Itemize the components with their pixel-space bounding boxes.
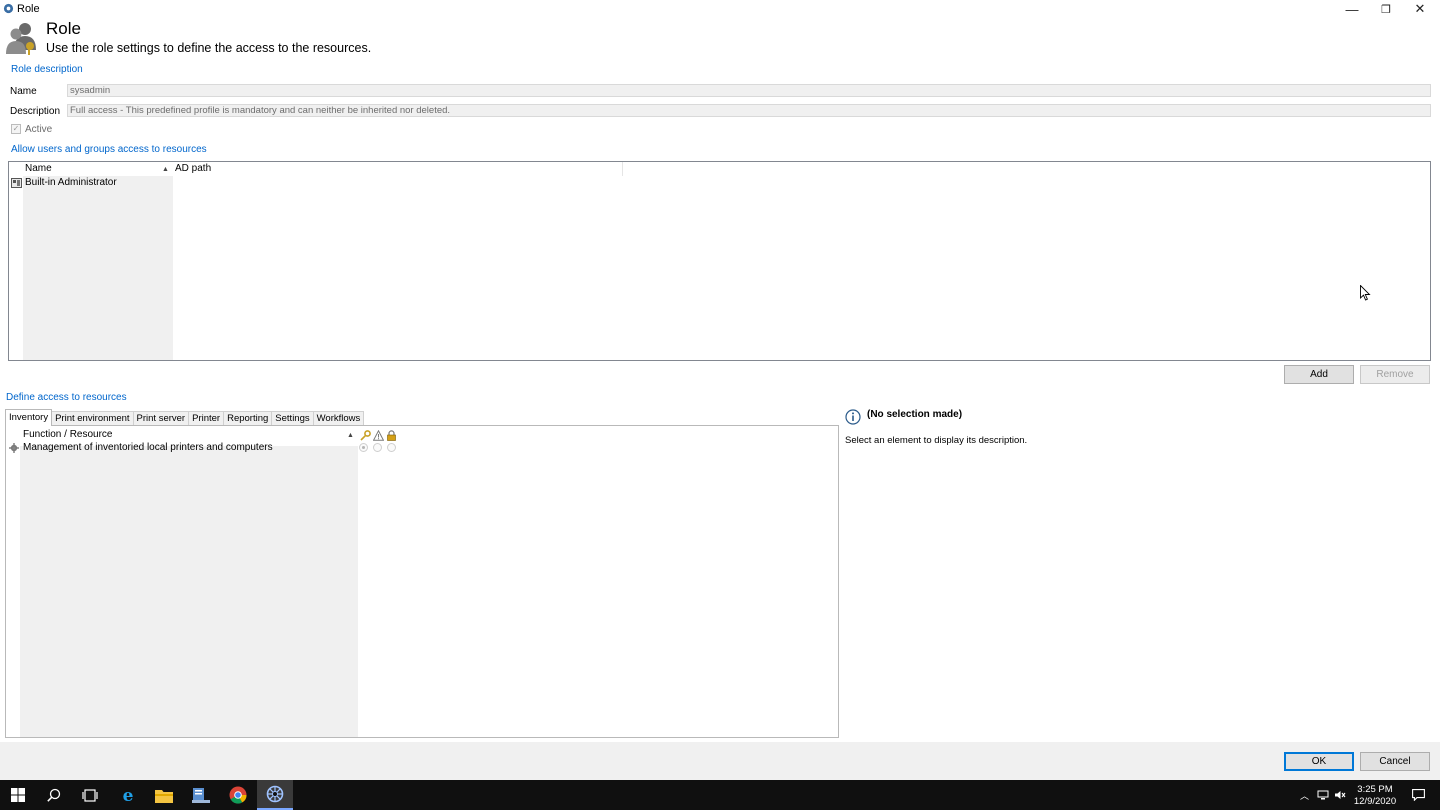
description-field[interactable]: Full access - This predefined profile is… <box>67 104 1431 117</box>
description-text: Select an element to display its descrip… <box>845 435 1028 446</box>
sort-ascending-icon: ▲ <box>162 166 169 173</box>
app-icon <box>3 3 14 14</box>
row-name-cell: Built-in Administrator <box>25 177 117 188</box>
restore-button[interactable]: ❐ <box>1369 0 1403 18</box>
tab-printer[interactable]: Printer <box>188 411 225 426</box>
sort-ascending-icon: ▲ <box>347 432 354 439</box>
column-header-ad-path[interactable]: AD path <box>175 162 623 176</box>
name-column-background <box>23 176 173 360</box>
function-label: Management of inventoried local printers… <box>23 442 273 453</box>
role-description-group-label: Role description <box>11 64 86 75</box>
file-explorer-icon <box>155 789 173 803</box>
minimize-button[interactable]: — <box>1335 0 1369 18</box>
column-header-function-resource[interactable]: Function / Resource <box>23 428 358 442</box>
description-title: (No selection made) <box>867 409 963 420</box>
permission-radio-lock[interactable] <box>387 443 396 452</box>
resource-tabs: Inventory Print environment Print server… <box>5 409 365 426</box>
taskbar: e ︿ 3:25 PM 12/9/2020 <box>0 780 1440 810</box>
ok-button[interactable]: OK <box>1284 752 1354 771</box>
ie-icon: e <box>123 786 134 804</box>
users-groups-divider <box>8 149 1431 150</box>
taskbar-search-button[interactable] <box>36 780 72 810</box>
tab-inventory[interactable]: Inventory <box>5 409 53 426</box>
tab-print-environment[interactable]: Print environment <box>51 411 134 426</box>
chrome-button[interactable] <box>220 780 256 810</box>
users-groups-group-label: Allow users and groups access to resourc… <box>11 144 210 155</box>
active-checkbox[interactable]: ✓ <box>11 124 21 134</box>
action-center-button[interactable] <box>1400 780 1436 810</box>
user-account-icon <box>11 178 22 188</box>
svg-text:e: e <box>123 786 134 804</box>
resources-group-label: Define access to resources <box>6 392 130 403</box>
server-manager-button[interactable] <box>183 780 219 810</box>
key-icon <box>360 430 371 441</box>
role-users-icon <box>6 23 36 55</box>
warning-icon <box>373 430 384 441</box>
resources-divider <box>5 397 1431 398</box>
system-tray: ︿ <box>1300 780 1346 810</box>
role-description-divider <box>8 69 1431 70</box>
start-button[interactable] <box>0 780 36 810</box>
clock-time: 3:25 PM <box>1357 784 1393 795</box>
task-view-icon <box>82 788 98 802</box>
taskbar-clock[interactable]: 3:25 PM 12/9/2020 <box>1350 784 1400 808</box>
column-header-name[interactable]: Name <box>25 162 175 176</box>
window-title: Role <box>17 3 40 15</box>
page-subtitle: Use the role settings to define the acce… <box>46 41 372 55</box>
dialog-header: Role Use the role settings to define the… <box>0 18 1440 60</box>
clock-date: 12/9/2020 <box>1353 796 1397 807</box>
task-view-button[interactable] <box>72 780 108 810</box>
network-icon[interactable] <box>1317 790 1329 800</box>
dialog-footer: OK Cancel <box>0 742 1440 780</box>
print-app-icon <box>266 785 284 803</box>
name-field[interactable]: sysadmin <box>67 84 1431 97</box>
lock-icon <box>387 430 396 441</box>
mouse-cursor-icon <box>1360 285 1371 301</box>
name-label: Name <box>10 86 37 97</box>
description-label: Description <box>10 106 61 117</box>
gear-icon <box>9 443 19 453</box>
permission-radio-key[interactable] <box>359 443 368 452</box>
add-button[interactable]: Add <box>1284 365 1354 384</box>
search-icon <box>47 788 61 802</box>
info-icon <box>845 409 861 425</box>
file-explorer-button[interactable] <box>146 780 182 810</box>
server-manager-icon <box>192 787 210 803</box>
internet-explorer-button[interactable]: e <box>110 780 146 810</box>
active-label: Active <box>25 124 53 135</box>
print-management-app-button[interactable] <box>257 780 293 810</box>
resource-tree[interactable]: Function / Resource ▲ Management of inve… <box>5 425 839 738</box>
remove-button[interactable]: Remove <box>1360 365 1430 384</box>
chrome-icon <box>229 786 247 804</box>
title-bar: Role — ❐ ✕ <box>0 0 1440 18</box>
function-column-background <box>20 446 358 737</box>
tab-print-server[interactable]: Print server <box>132 411 190 426</box>
tab-workflows[interactable]: Workflows <box>312 411 365 426</box>
tab-settings[interactable]: Settings <box>271 411 314 426</box>
notification-icon <box>1411 789 1425 801</box>
start-icon <box>11 788 25 802</box>
volume-muted-icon[interactable] <box>1334 790 1346 800</box>
permission-radio-warning[interactable] <box>373 443 382 452</box>
tree-row[interactable]: Management of inventoried local printers… <box>6 441 838 455</box>
tab-reporting[interactable]: Reporting <box>223 411 273 426</box>
cancel-button[interactable]: Cancel <box>1360 752 1430 771</box>
tray-overflow-chevron-icon[interactable]: ︿ <box>1300 789 1309 802</box>
page-title: Role <box>46 19 81 38</box>
close-button[interactable]: ✕ <box>1403 0 1437 18</box>
users-groups-list[interactable]: Name ▲ AD path Built-in Administrator <box>8 161 1431 361</box>
table-row[interactable]: Built-in Administrator <box>9 176 1430 190</box>
